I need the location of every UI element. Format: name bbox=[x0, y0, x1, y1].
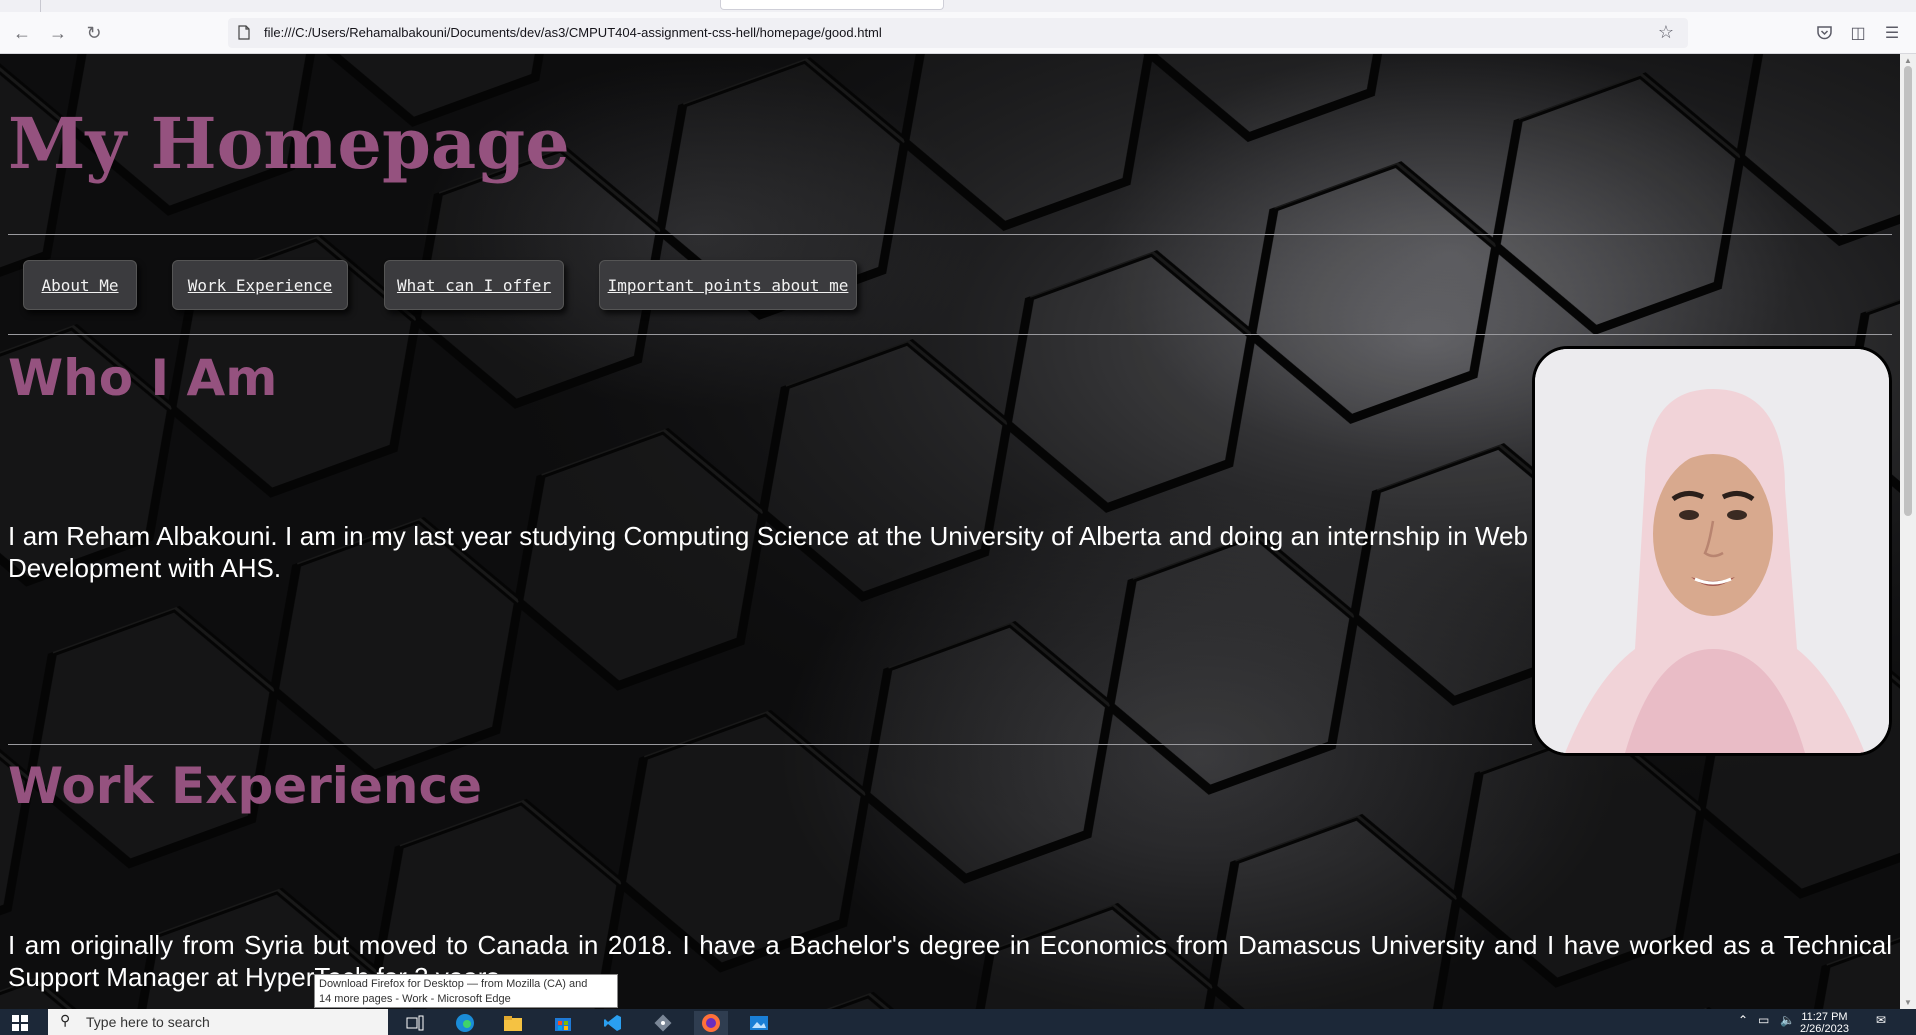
browser-toolbar: ← → ↻ file:///C:/Users/Rehamalbakouni/Do… bbox=[0, 12, 1916, 54]
task-view-icon[interactable] bbox=[398, 1011, 432, 1035]
scroll-down-icon[interactable]: ▼ bbox=[1904, 998, 1912, 1007]
page-icon bbox=[238, 25, 250, 40]
scroll-up-icon[interactable]: ▲ bbox=[1904, 56, 1912, 65]
arrow-right-icon[interactable]: → bbox=[46, 21, 70, 45]
section-text-who-i-am: I am Reham Albakouni. I am in my last ye… bbox=[8, 521, 1528, 583]
nav-important-points-button[interactable]: Important points about me bbox=[599, 260, 857, 310]
section-text-work-experience: I am originally from Syria but moved to … bbox=[8, 930, 1892, 992]
vertical-scrollbar[interactable]: ▲ ▼ bbox=[1900, 54, 1916, 1009]
vscode-icon[interactable] bbox=[596, 1011, 630, 1035]
network-icon[interactable]: ▭ bbox=[1758, 1013, 1769, 1027]
reload-icon[interactable]: ↻ bbox=[82, 21, 106, 45]
hamburger-icon[interactable]: ☰ bbox=[1880, 21, 1904, 45]
search-placeholder[interactable]: Type here to search bbox=[86, 1014, 210, 1030]
chevron-up-icon[interactable]: ⌃ bbox=[1738, 1013, 1748, 1027]
git-icon[interactable] bbox=[646, 1011, 680, 1035]
divider bbox=[8, 234, 1892, 235]
page-content: My Homepage About Me Work Experience Wha… bbox=[0, 54, 1900, 1009]
system-clock[interactable]: 11:27 PM 2/26/2023 bbox=[1800, 1011, 1849, 1035]
volume-icon[interactable]: 🔈 bbox=[1780, 1013, 1795, 1027]
nav-about-me-button[interactable]: About Me bbox=[23, 260, 137, 310]
arrow-left-icon[interactable]: ← bbox=[10, 21, 34, 45]
store-icon[interactable] bbox=[546, 1011, 580, 1035]
section-heading-who-i-am: Who I Am bbox=[8, 349, 278, 407]
search-icon: ⚲ bbox=[60, 1012, 71, 1028]
puzzle-icon[interactable]: ◫ bbox=[1846, 21, 1870, 45]
file-explorer-icon[interactable] bbox=[496, 1011, 530, 1035]
nav-work-experience-button[interactable]: Work Experience bbox=[172, 260, 348, 310]
page-viewport: My Homepage About Me Work Experience Wha… bbox=[0, 54, 1900, 1009]
pocket-icon[interactable] bbox=[1812, 21, 1836, 45]
clock-time: 11:27 PM bbox=[1801, 1011, 1848, 1023]
scrollbar-thumb[interactable] bbox=[1904, 66, 1912, 516]
url-text[interactable]: file:///C:/Users/Rehamalbakouni/Document… bbox=[264, 25, 882, 40]
tooltip-line: 14 more pages - Work - Microsoft Edge bbox=[319, 993, 511, 1005]
tab-strip bbox=[0, 0, 1916, 12]
notification-icon[interactable]: ✉ bbox=[1876, 1013, 1886, 1027]
clock-date: 2/26/2023 bbox=[1800, 1023, 1849, 1035]
star-icon[interactable]: ☆ bbox=[1658, 22, 1674, 43]
nav-what-can-i-offer-button[interactable]: What can I offer bbox=[384, 260, 564, 310]
edge-icon[interactable] bbox=[448, 1011, 482, 1035]
windows-start-icon[interactable] bbox=[12, 1015, 28, 1031]
profile-photo bbox=[1532, 346, 1892, 756]
active-tab[interactable] bbox=[720, 0, 944, 10]
page-title: My Homepage bbox=[8, 102, 570, 185]
tooltip-line: Download Firefox for Desktop — from Mozi… bbox=[319, 978, 588, 990]
windows-taskbar: ⚲ Type here to search ⌃ ▭ 🔈 11:27 PM 2/2… bbox=[0, 1009, 1916, 1035]
taskbar-tooltip: Download Firefox for Desktop — from Mozi… bbox=[314, 974, 618, 1008]
divider bbox=[8, 334, 1892, 335]
firefox-icon[interactable] bbox=[694, 1011, 728, 1035]
section-heading-work-experience: Work Experience bbox=[8, 757, 482, 815]
tab-separator bbox=[40, 0, 41, 12]
divider bbox=[8, 744, 1532, 745]
url-bar[interactable]: file:///C:/Users/Rehamalbakouni/Document… bbox=[228, 18, 1688, 48]
photos-icon[interactable] bbox=[742, 1011, 776, 1035]
taskbar-search[interactable]: ⚲ Type here to search bbox=[48, 1009, 388, 1035]
